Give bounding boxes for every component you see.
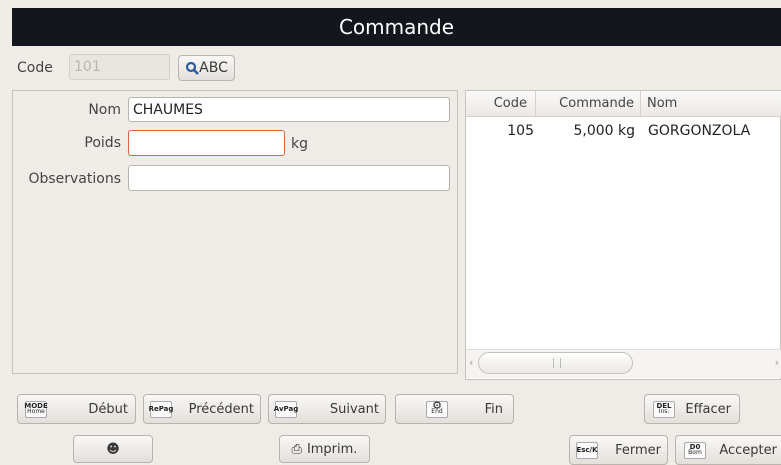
esc-key-icon: Esc/K bbox=[576, 441, 598, 459]
row-commande: 5,000 kg bbox=[573, 123, 635, 139]
imprim-label: Imprim. bbox=[306, 441, 358, 457]
code-field[interactable]: 101 bbox=[69, 54, 170, 80]
scroll-right-icon[interactable]: › bbox=[775, 356, 779, 369]
search-button-label: ABC bbox=[199, 60, 228, 76]
suivant-button[interactable]: AvPag Suivant bbox=[268, 394, 386, 424]
orders-table[interactable]: Code Commande Nom 105 5,000 kg GORGONZOL… bbox=[465, 90, 781, 380]
scrollbar-thumb[interactable] bbox=[478, 352, 633, 374]
poids-label: Poids bbox=[84, 135, 121, 151]
observations-field[interactable] bbox=[128, 165, 450, 191]
suivant-label: Suivant bbox=[329, 401, 379, 417]
row-code: 105 bbox=[507, 123, 534, 139]
avpag-key-icon: AvPag bbox=[274, 400, 298, 418]
horizontal-scrollbar[interactable]: ‹ › bbox=[466, 349, 781, 378]
column-header-nom[interactable]: Nom bbox=[641, 91, 781, 117]
settings-button[interactable]: ☻ bbox=[73, 435, 153, 463]
column-header-code[interactable]: Code bbox=[466, 91, 536, 117]
fin-label: Fin bbox=[484, 401, 503, 417]
accepter-button[interactable]: D0 Bom Accepter bbox=[675, 435, 781, 465]
repag-key-icon: RePag bbox=[149, 400, 173, 418]
effacer-button[interactable]: DEL Ins. Effacer bbox=[644, 394, 740, 424]
d0-key-icon: D0 Bom bbox=[684, 441, 706, 459]
fermer-label: Fermer bbox=[615, 442, 661, 458]
search-button[interactable]: ABC bbox=[178, 55, 235, 81]
user-icon: ☻ bbox=[106, 441, 120, 457]
debut-label: Début bbox=[88, 401, 128, 417]
effacer-label: Effacer bbox=[685, 401, 731, 417]
poids-field[interactable] bbox=[128, 130, 285, 156]
window-title: Commande bbox=[12, 8, 781, 46]
del-key-icon: DEL Ins. bbox=[653, 400, 675, 418]
scroll-left-icon[interactable]: ‹ bbox=[469, 356, 473, 369]
printer-icon: ⎙ bbox=[291, 441, 302, 457]
fermer-button[interactable]: Esc/K Fermer bbox=[569, 435, 668, 465]
poids-unit: kg bbox=[291, 136, 308, 152]
nom-label: Nom bbox=[88, 102, 121, 118]
nom-field[interactable]: CHAUMES bbox=[128, 97, 450, 122]
fin-button[interactable]: ⚙ End Fin bbox=[395, 394, 514, 424]
accepter-label: Accepter bbox=[719, 442, 777, 458]
code-label: Code bbox=[17, 60, 53, 76]
observations-label: Observations bbox=[28, 171, 121, 187]
precedent-label: Précédent bbox=[188, 401, 254, 417]
precedent-button[interactable]: RePag Précédent bbox=[143, 394, 261, 424]
search-icon bbox=[186, 61, 200, 75]
gear-key-icon: ⚙ End bbox=[426, 400, 448, 418]
mode-key-icon: MODE Home bbox=[24, 400, 48, 418]
column-header-commande[interactable]: Commande bbox=[536, 91, 641, 117]
imprim-button[interactable]: ⎙ Imprim. bbox=[279, 435, 370, 463]
debut-button[interactable]: MODE Home Début bbox=[17, 394, 136, 424]
row-nom: GORGONZOLA bbox=[648, 123, 751, 139]
